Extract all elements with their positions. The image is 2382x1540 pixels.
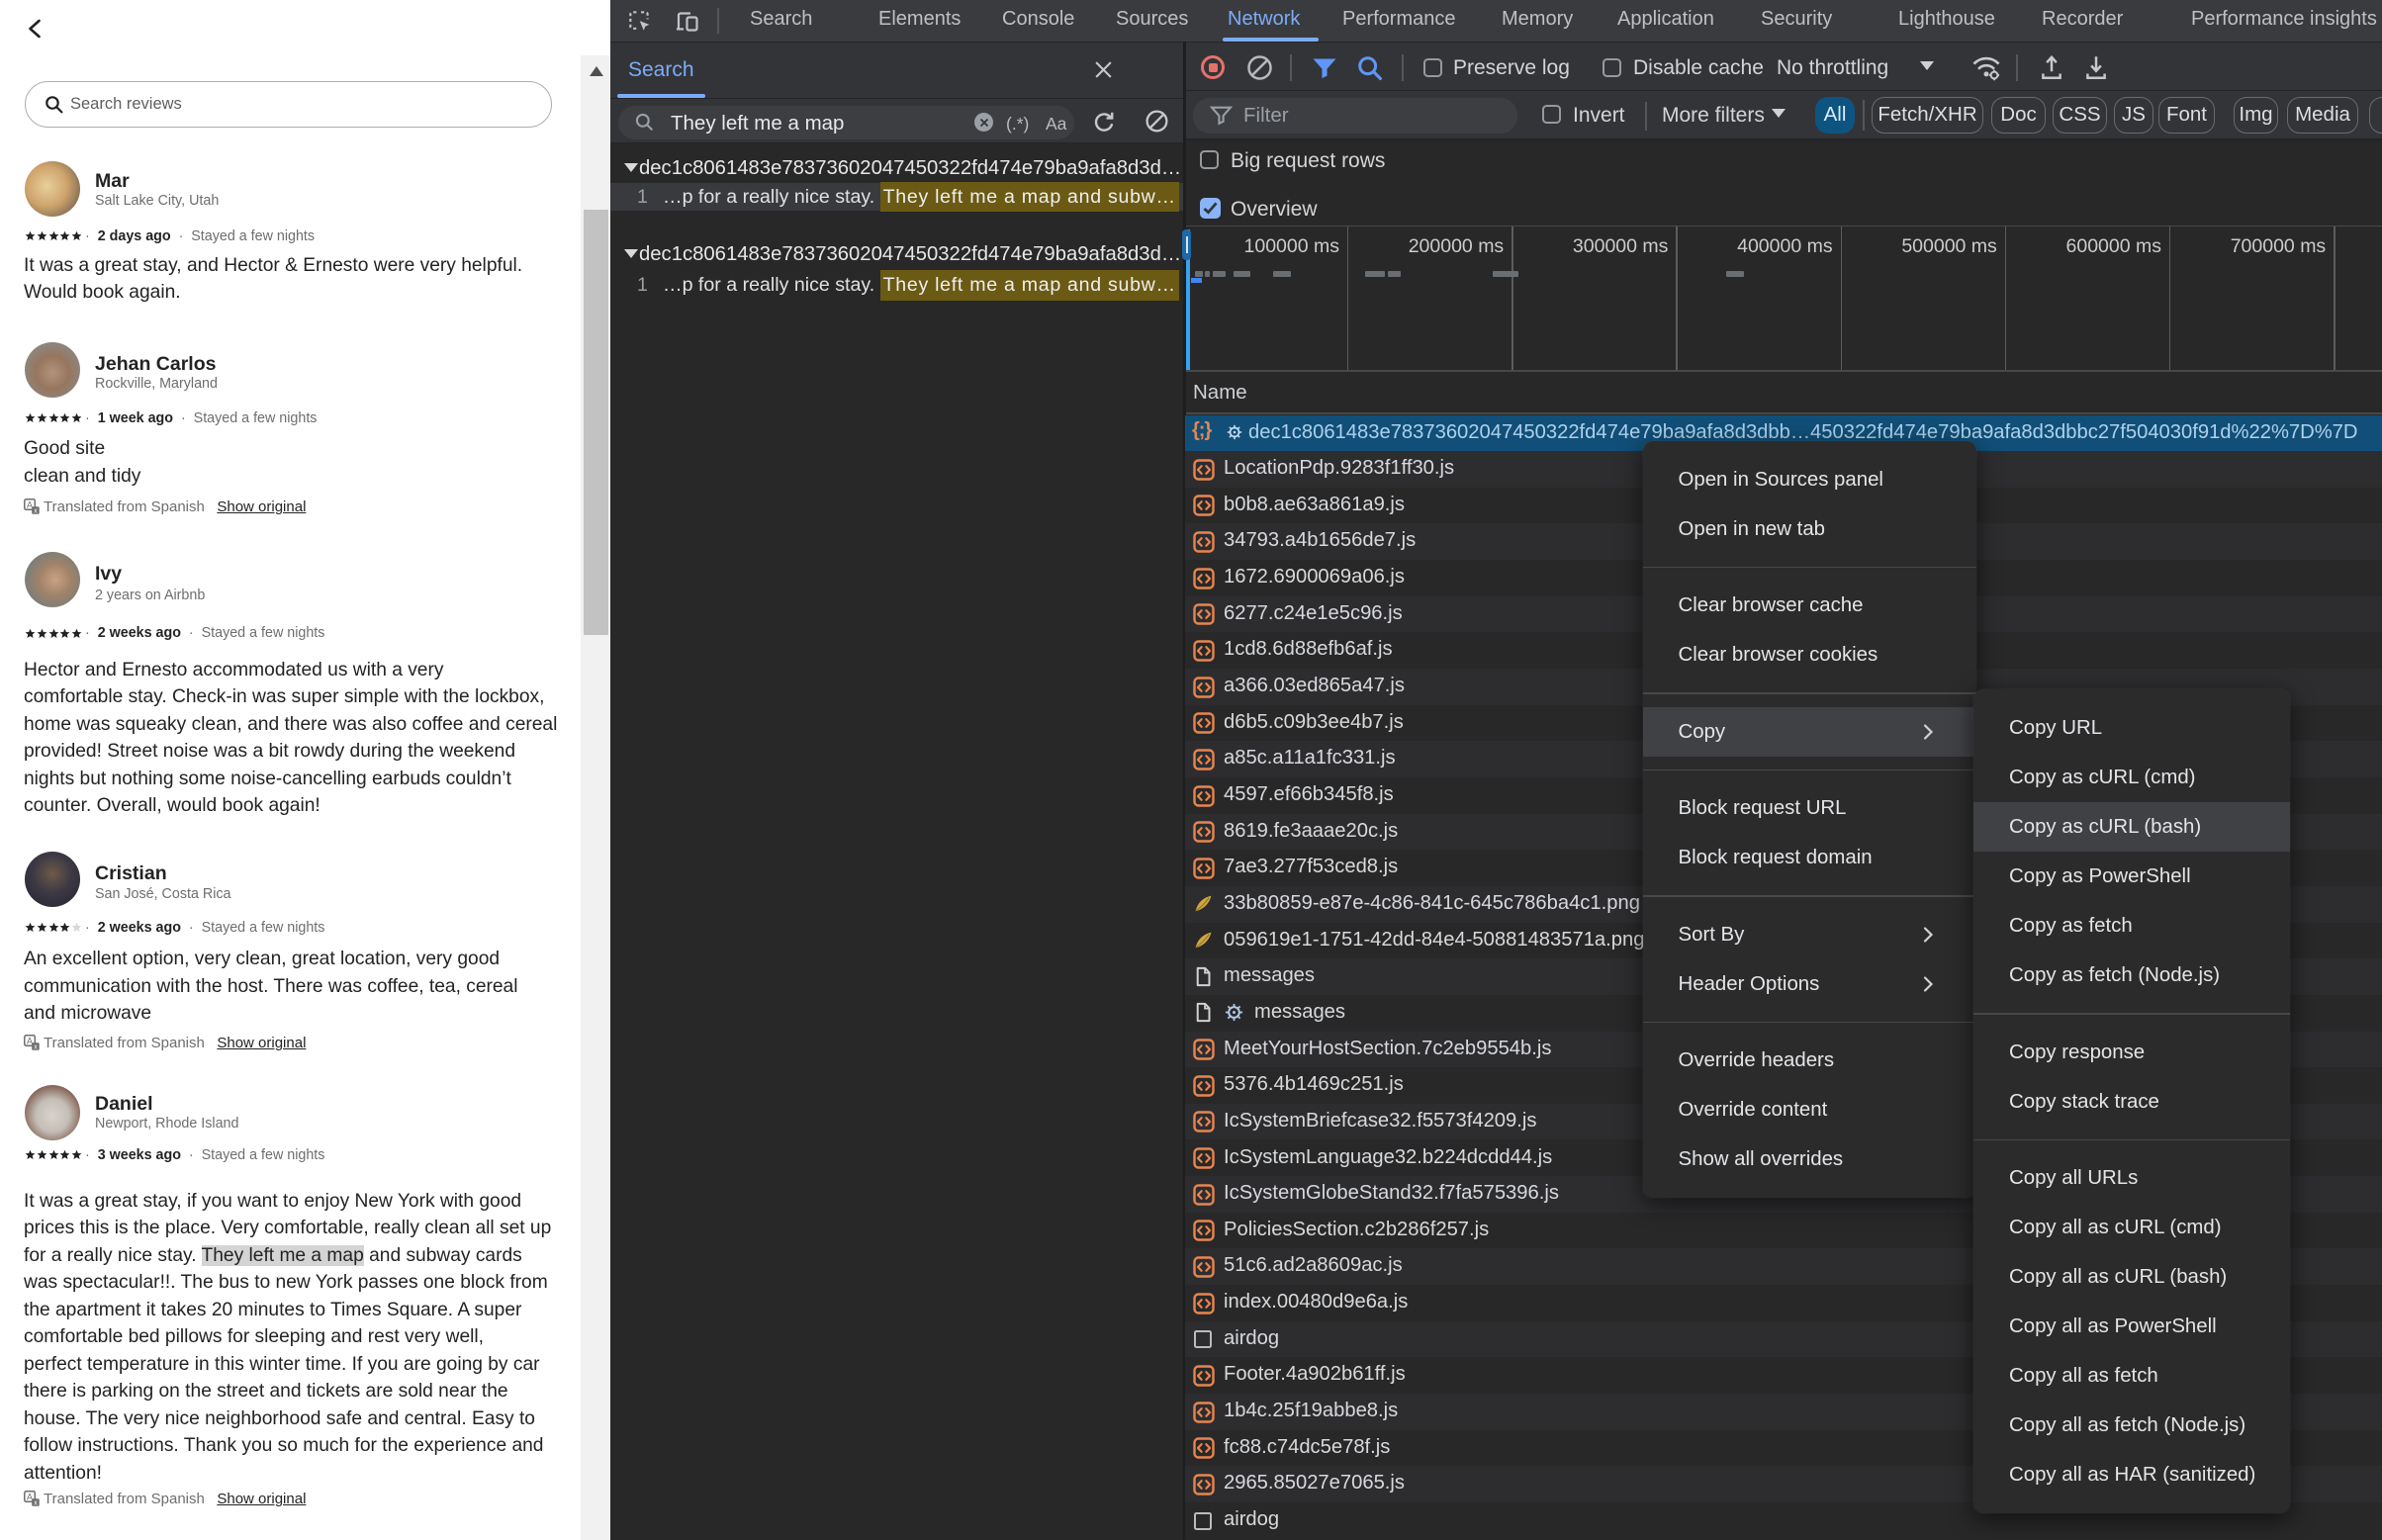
svg-text:A: A (27, 1037, 33, 1046)
svg-text:x: x (34, 1499, 38, 1506)
svg-text:A: A (27, 500, 33, 510)
svg-text:x: x (34, 1043, 38, 1050)
svg-text:A: A (27, 1493, 33, 1502)
svg-text:x: x (34, 507, 38, 514)
